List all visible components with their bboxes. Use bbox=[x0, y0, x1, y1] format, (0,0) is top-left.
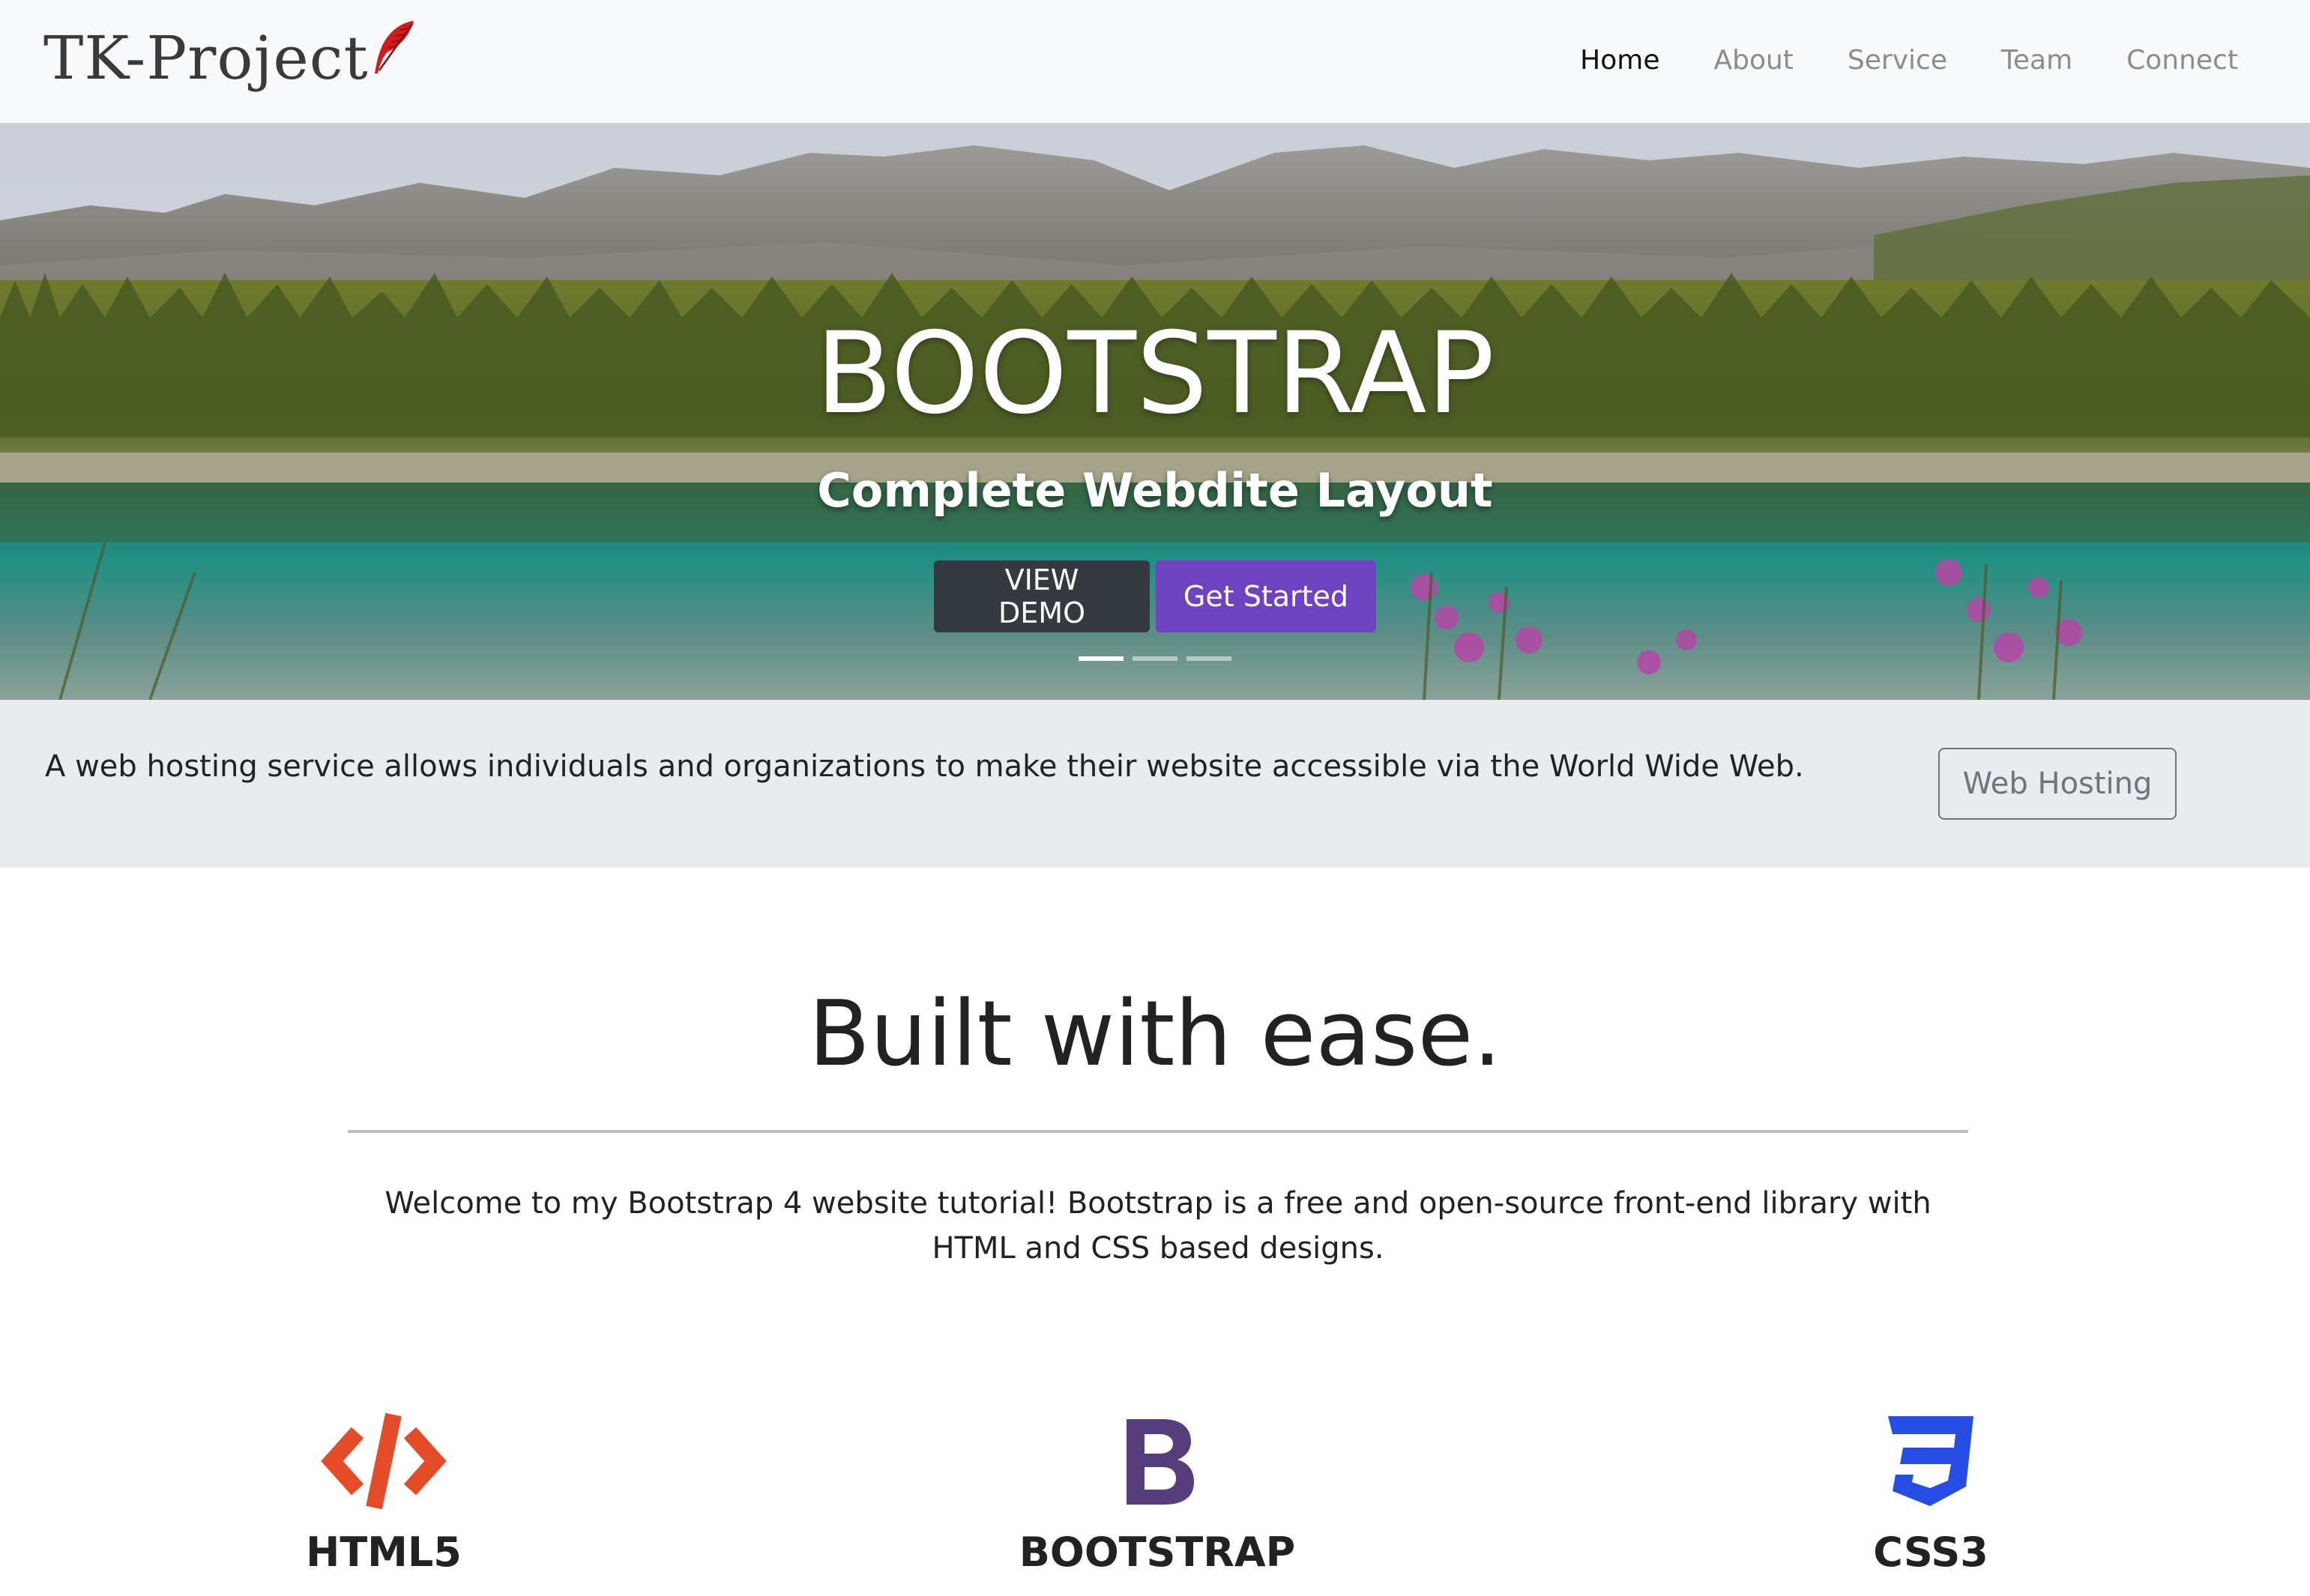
css3-icon bbox=[1736, 1409, 2126, 1514]
brand-logo[interactable]: TK-Project bbox=[43, 16, 418, 99]
nav-link-home[interactable]: Home bbox=[1580, 45, 1659, 76]
html5-code-icon bbox=[189, 1409, 579, 1514]
feature-bootstrap: BOOTSTRAP bbox=[962, 1409, 1352, 1576]
nav-link-connect[interactable]: Connect bbox=[2126, 45, 2238, 76]
feature-css3: CSS3 bbox=[1736, 1409, 2126, 1576]
brand-name[interactable]: TK-Project bbox=[43, 23, 369, 93]
bootstrap-icon bbox=[962, 1409, 1352, 1514]
quill-feather-icon bbox=[374, 21, 414, 73]
hero-subtitle: Complete Webdite Layout bbox=[817, 463, 1493, 518]
feature-title-html5: HTML5 bbox=[306, 1529, 462, 1576]
section-divider bbox=[348, 1130, 1968, 1133]
hero-button-group: VIEW DEMO Get Started bbox=[0, 560, 2310, 632]
nav-menu: Home About Service Team Connect bbox=[1580, 37, 2238, 82]
hosting-description: A web hosting service allows individuals… bbox=[45, 749, 1804, 784]
feature-title-bootstrap: BOOTSTRAP bbox=[1019, 1529, 1296, 1576]
feature-title-css3: CSS3 bbox=[1873, 1529, 1988, 1576]
feature-html5: HTML5 bbox=[189, 1409, 579, 1576]
nav-link-service[interactable]: Service bbox=[1848, 45, 1947, 76]
carousel-caption: BOOTSTRAP Complete Webdite Layout VIEW D… bbox=[0, 123, 2310, 700]
welcome-heading: Built with ease. bbox=[808, 982, 1502, 1086]
web-hosting-button[interactable]: Web Hosting bbox=[1938, 748, 2177, 820]
hero-title: BOOTSTRAP bbox=[815, 309, 1495, 439]
carousel-indicator-1[interactable] bbox=[1079, 656, 1124, 661]
view-demo-button[interactable]: VIEW DEMO bbox=[934, 560, 1150, 632]
nav-link-about[interactable]: About bbox=[1713, 45, 1793, 76]
welcome-paragraph: Welcome to my Bootstrap 4 website tutori… bbox=[385, 1186, 1931, 1266]
nav-link-team[interactable]: Team bbox=[2001, 45, 2072, 76]
carousel-indicator-3[interactable] bbox=[1186, 656, 1231, 661]
get-started-button[interactable]: Get Started bbox=[1156, 560, 1376, 632]
carousel-indicator-2[interactable] bbox=[1133, 656, 1177, 661]
carousel-indicators bbox=[0, 656, 2310, 661]
navbar: TK-Project Home About Service Team Conne… bbox=[0, 0, 2310, 123]
hosting-jumbotron: A web hosting service allows individuals… bbox=[0, 700, 2310, 868]
hero-carousel: BOOTSTRAP Complete Webdite Layout VIEW D… bbox=[0, 123, 2310, 700]
